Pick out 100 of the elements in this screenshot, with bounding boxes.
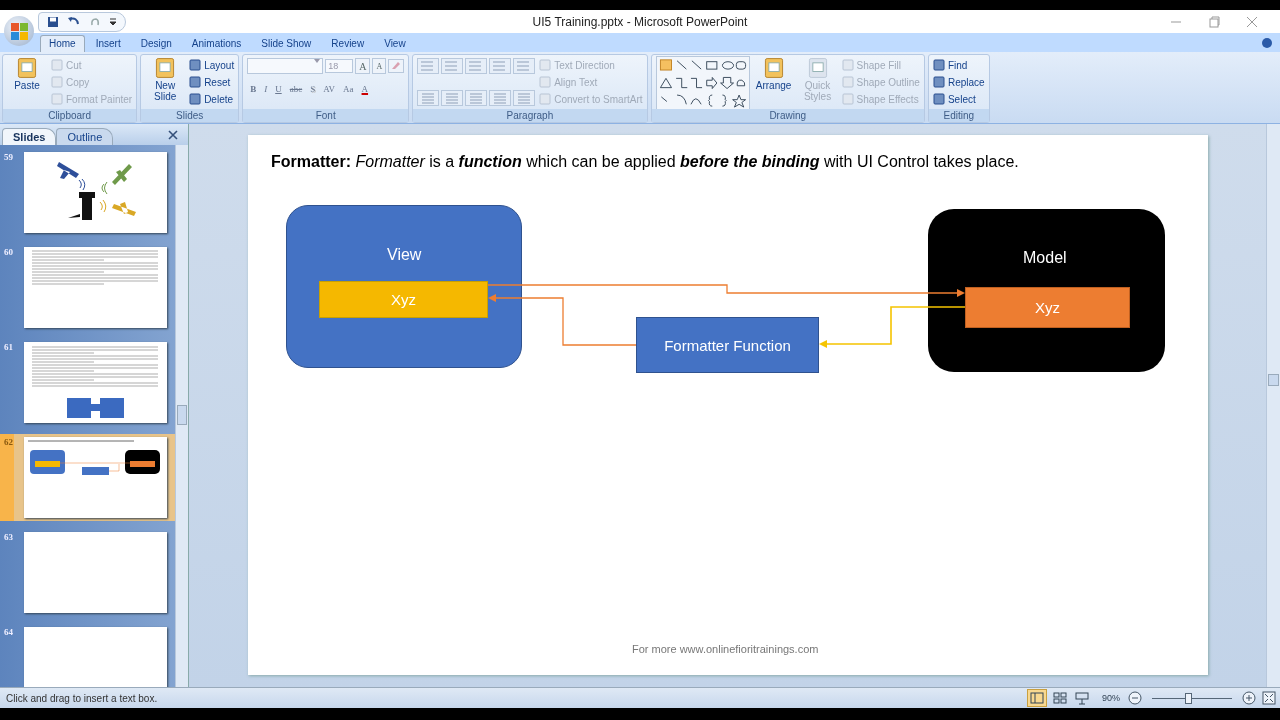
paragraph-list-icon[interactable]	[465, 58, 488, 74]
slide-thumbnail[interactable]	[24, 532, 167, 613]
slide-number: 61	[4, 342, 14, 352]
slide-thumbnail-row[interactable]: 63	[0, 529, 175, 616]
formatter-box: Formatter Function	[636, 317, 819, 373]
command-icon	[15, 56, 39, 80]
font-size-button[interactable]: A	[355, 58, 371, 74]
paragraph-list-icon[interactable]	[441, 58, 464, 74]
command-icon	[189, 59, 202, 71]
normal-view-icon[interactable]	[1028, 690, 1046, 706]
slide-thumbnail-row[interactable]: 61	[0, 339, 175, 426]
group-label: Font	[243, 109, 409, 122]
ribbon-button[interactable]: New Slide	[145, 56, 186, 102]
redo-icon[interactable]	[89, 15, 101, 28]
panel-tab[interactable]: Slides	[2, 128, 57, 145]
zoom-slider-thumb[interactable]	[1185, 692, 1192, 704]
ribbon-button[interactable]: Arrange	[753, 56, 794, 91]
customize-caret-icon[interactable]	[109, 16, 117, 27]
scrollbar[interactable]	[1266, 124, 1280, 687]
group-label: Drawing	[651, 109, 924, 122]
ribbon-tab[interactable]: Review	[322, 35, 374, 52]
format-button[interactable]: S	[307, 82, 319, 96]
paragraph-list-icon[interactable]	[513, 58, 536, 74]
slide-thumbnail-row[interactable]: 64	[0, 624, 175, 687]
shapes-gallery[interactable]	[655, 56, 750, 110]
office-button[interactable]	[4, 16, 34, 46]
command-icon	[51, 93, 63, 105]
scrollbar[interactable]	[175, 145, 188, 687]
format-button[interactable]: B	[247, 82, 260, 96]
save-icon[interactable]	[47, 15, 59, 28]
command-icon	[841, 76, 854, 88]
box-label: Model	[1023, 249, 1067, 267]
slideshow-view-icon[interactable]	[1074, 691, 1090, 705]
zoom-level[interactable]: 90%	[1102, 693, 1120, 703]
model-field: Xyz	[965, 287, 1130, 328]
group-label: Paragraph	[413, 109, 647, 122]
format-button[interactable]: AV	[320, 82, 339, 96]
group-label: Clipboard	[3, 109, 137, 122]
slide-thumbnail[interactable]	[24, 342, 167, 423]
ribbon-tab[interactable]: Design	[131, 35, 181, 52]
align-icon[interactable]	[489, 90, 512, 106]
close-icon[interactable]	[168, 129, 178, 140]
window-title: UI5 Training.pptx - Microsoft PowerPoint	[532, 14, 748, 29]
close-icon[interactable]	[1246, 15, 1258, 28]
command-icon	[841, 59, 854, 71]
maximize-icon[interactable]	[1208, 15, 1220, 28]
font-size-button[interactable]: A	[372, 58, 387, 74]
command-icon	[189, 93, 202, 105]
clear-formatting-icon[interactable]	[388, 59, 405, 73]
format-button[interactable]: Aa	[340, 82, 357, 96]
command-icon	[539, 59, 552, 71]
slide-thumbnail[interactable]	[24, 247, 167, 328]
align-icon[interactable]	[513, 90, 536, 106]
slide-footer: For more www.onlinefioritrainings.com	[632, 643, 819, 655]
format-button[interactable]: A	[358, 82, 372, 96]
help-icon[interactable]	[1262, 38, 1272, 48]
slide-number: 62	[4, 437, 14, 447]
box-label: View	[387, 246, 422, 264]
panel-tab[interactable]: Outline	[56, 128, 114, 145]
command-icon	[932, 93, 945, 105]
ribbon-button[interactable]: Delete	[189, 92, 235, 106]
sorter-view-icon[interactable]	[1052, 691, 1068, 705]
slide-thumbnail-row[interactable]: 60	[0, 244, 175, 331]
slide-thumbnail[interactable]	[24, 437, 167, 518]
zoom-out-icon[interactable]	[1128, 691, 1142, 705]
format-button[interactable]: U	[272, 82, 285, 96]
ribbon-button[interactable]: Find	[932, 58, 985, 72]
ribbon-button[interactable]: Select	[932, 92, 985, 106]
font-size-field[interactable]: 18	[325, 59, 354, 73]
slide-thumbnail[interactable]	[24, 152, 167, 233]
paragraph-list-icon[interactable]	[417, 58, 440, 74]
group-label: Editing	[928, 109, 989, 122]
zoom-in-icon[interactable]	[1242, 691, 1256, 705]
command-icon	[189, 76, 202, 88]
caret-icon[interactable]	[314, 59, 321, 63]
align-icon[interactable]	[417, 90, 440, 106]
ribbon-tab[interactable]: Animations	[182, 35, 251, 52]
format-button[interactable]: abc	[286, 82, 306, 96]
ribbon-button[interactable]: Reset	[189, 75, 235, 89]
ribbon-tab[interactable]: Slide Show	[252, 35, 321, 52]
fit-window-icon[interactable]	[1262, 691, 1276, 705]
ribbon-tab[interactable]: Home	[40, 35, 85, 52]
slide-thumbnail[interactable]	[24, 627, 167, 687]
command-icon	[539, 93, 552, 105]
paragraph-list-icon[interactable]	[489, 58, 512, 74]
ribbon-tab[interactable]: View	[375, 35, 415, 52]
ribbon-tab[interactable]: Insert	[86, 35, 130, 52]
ribbon-button[interactable]: Layout	[189, 58, 235, 72]
status-message: Click and drag to insert a text box.	[6, 692, 158, 704]
slide-number: 60	[4, 247, 14, 257]
slide-thumbnail-row[interactable]: 62	[0, 434, 175, 521]
slide-thumbnail-row[interactable]: 59	[0, 149, 175, 236]
align-icon[interactable]	[465, 90, 488, 106]
ribbon-button[interactable]: Replace	[932, 75, 985, 89]
ribbon-button[interactable]: Paste	[7, 56, 47, 91]
group-label: Slides	[141, 109, 239, 122]
format-button[interactable]: I	[261, 82, 271, 96]
font-name-field[interactable]	[247, 58, 324, 74]
align-icon[interactable]	[441, 90, 464, 106]
slide-heading: Formatter: Formatter is a function which can be applied before the binding with UI Control takes place.	[271, 153, 1019, 171]
